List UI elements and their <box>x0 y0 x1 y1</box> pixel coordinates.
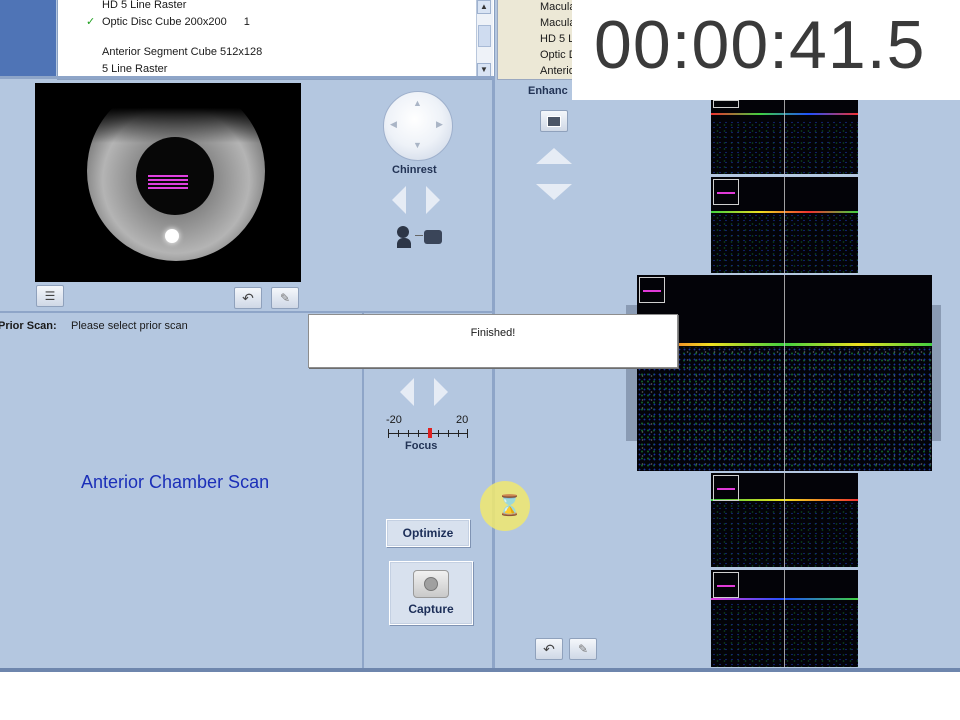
prior-scan-label: Prior Scan: <box>0 320 57 332</box>
list-item[interactable]: Macula <box>540 1 575 13</box>
timer-text: 00:00:41.5 <box>594 7 926 83</box>
undo-icon: ↶ <box>242 289 254 306</box>
scrollbar[interactable]: ▲ ▼ <box>476 0 493 79</box>
patient-camera-icon <box>397 226 445 248</box>
horizontal-divider <box>0 76 492 79</box>
tool-button[interactable]: ✎ <box>271 287 299 309</box>
finished-dialog: Finished! <box>308 314 678 368</box>
optimize-button[interactable]: Optimize <box>386 519 470 547</box>
enhance-icon <box>547 115 561 127</box>
center-divider <box>492 76 495 670</box>
camera-icon <box>413 570 449 598</box>
app-window: HD 5 Line Raster ✓ Optic Disc Cube 200x20… <box>0 0 960 670</box>
focus-marker[interactable] <box>428 428 432 438</box>
move-up-icon[interactable] <box>536 148 572 164</box>
enhance-button[interactable] <box>540 110 568 132</box>
check-icon: ✓ <box>86 16 96 28</box>
arrow-left-icon: ◀ <box>390 119 397 129</box>
left-panel-divider <box>0 311 492 313</box>
list-adjust-icon: ☰ <box>44 289 56 303</box>
timer-overlay: 00:00:41.5 <box>572 0 960 100</box>
list-item[interactable]: HD 5 Line Raster <box>102 0 186 11</box>
scan-protocol-list[interactable]: HD 5 Line Raster ✓ Optic Disc Cube 200x20… <box>57 0 495 80</box>
list-adjust-button[interactable]: ☰ <box>36 285 64 307</box>
wrench-icon: ✎ <box>279 291 291 305</box>
scan-thumb <box>713 179 739 205</box>
list-item[interactable]: HD 5 L <box>540 33 574 45</box>
wrench-icon: ✎ <box>577 642 589 656</box>
arrow-right-icon: ▶ <box>436 119 443 129</box>
list-item[interactable]: Anterio <box>540 65 575 77</box>
list-item[interactable]: ✓ Optic Disc Cube 200x200 1 <box>86 15 250 28</box>
left-blue-strip <box>0 0 56 76</box>
hourglass-icon: ⌛ <box>497 495 522 517</box>
chinrest-joystick[interactable]: ▲ ▼ ◀ ▶ <box>383 91 453 161</box>
scan-title: Anterior Chamber Scan <box>81 472 270 492</box>
scan-line-marker <box>148 175 188 189</box>
undo-icon: ↶ <box>543 640 555 657</box>
capture-label: Capture <box>408 602 454 616</box>
scan-thumb <box>639 277 665 303</box>
focus-max-label: 20 <box>456 414 469 426</box>
list-item[interactable]: Anterior Segment Cube 512x128 <box>102 46 262 58</box>
right-protocol-list[interactable]: Macula Macula HD 5 L Optic D Anterio <box>497 0 579 80</box>
arrow-down-icon: ▼ <box>413 140 422 150</box>
oct-scan-5 <box>711 570 858 667</box>
scan-thumb <box>713 475 739 501</box>
chinrest-right-icon[interactable] <box>426 186 440 214</box>
corneal-reflection <box>165 229 179 243</box>
iris-camera-view <box>35 83 301 282</box>
capture-button[interactable]: Capture <box>389 561 473 625</box>
move-down-icon[interactable] <box>536 184 572 200</box>
focus-min-label: -20 <box>386 414 402 426</box>
scan-count: 1 <box>243 16 250 28</box>
focus-right-icon[interactable] <box>434 378 448 406</box>
enhance-label: Enhanc <box>528 85 568 97</box>
scroll-thumb[interactable] <box>478 25 491 47</box>
eyelash-shadow <box>79 83 275 143</box>
finished-message: Finished! <box>470 327 516 339</box>
tool-button-right[interactable]: ✎ <box>569 638 597 660</box>
focus-left-icon[interactable] <box>400 378 414 406</box>
busy-cursor-highlight: ⌛ <box>480 481 530 531</box>
list-item[interactable]: Macula <box>540 17 575 29</box>
list-item[interactable]: 5 Line Raster <box>102 63 167 75</box>
arrow-up-icon: ▲ <box>413 98 422 108</box>
scan-thumb <box>713 572 739 598</box>
window-bottom-edge <box>0 668 960 672</box>
chinrest-label: Chinrest <box>392 164 437 176</box>
focus-slider[interactable] <box>388 427 468 439</box>
focus-label: Focus <box>405 440 438 452</box>
undo-button[interactable]: ↶ <box>234 287 262 309</box>
scan-thumb <box>713 100 739 108</box>
oct-scan-2 <box>711 177 858 273</box>
oct-scan-1 <box>711 100 858 174</box>
oct-scan-main <box>637 275 932 471</box>
scroll-up-icon[interactable]: ▲ <box>477 0 491 14</box>
undo-button-right[interactable]: ↶ <box>535 638 563 660</box>
prior-scan-value[interactable]: Please select prior scan <box>71 320 188 332</box>
oct-scan-4 <box>711 473 858 567</box>
chinrest-left-icon[interactable] <box>392 186 406 214</box>
scroll-down-icon[interactable]: ▼ <box>477 63 491 77</box>
